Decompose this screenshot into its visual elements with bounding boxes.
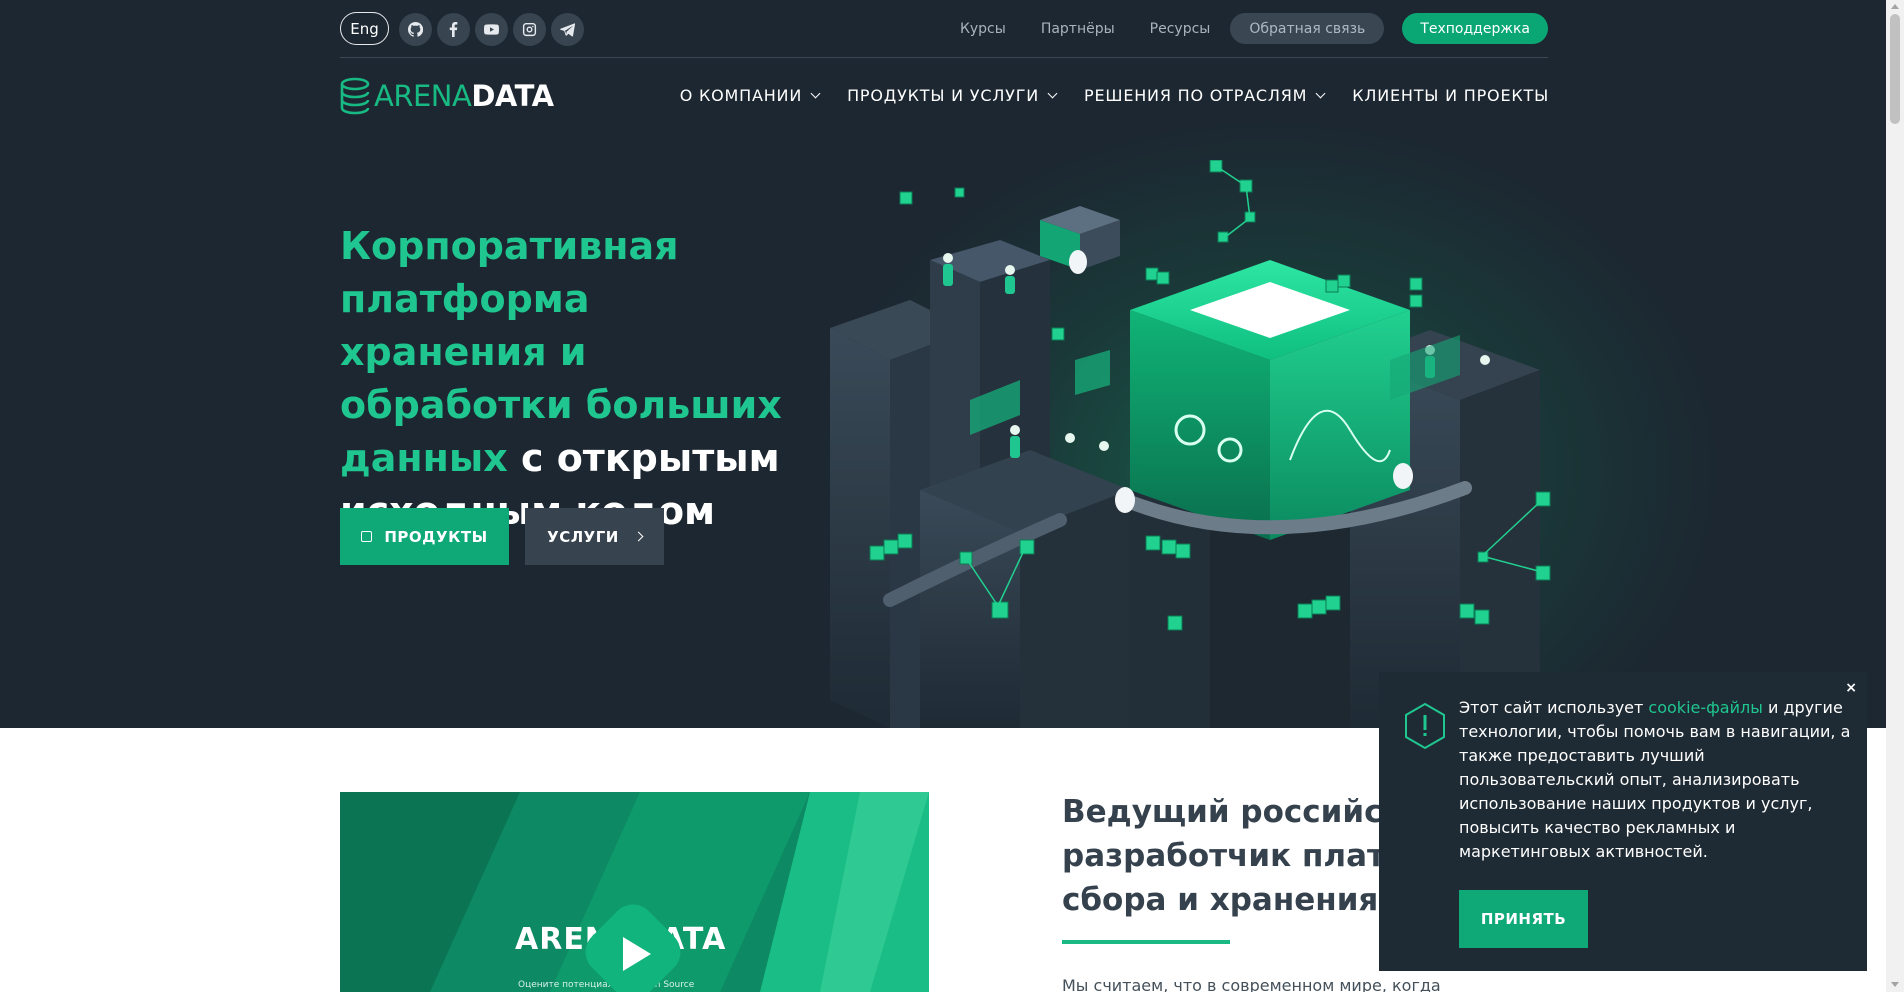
hero-illustration — [830, 160, 1551, 728]
language-switch-button[interactable]: Eng — [340, 12, 389, 45]
nav-item-clients[interactable]: КЛИЕНТЫ И ПРОЕКТЫ — [1352, 86, 1549, 105]
accept-cookies-button[interactable]: ПРИНЯТЬ — [1459, 890, 1588, 948]
feedback-button[interactable]: Обратная связь — [1230, 13, 1385, 44]
facebook-icon[interactable] — [437, 13, 470, 46]
close-icon[interactable]: × — [1845, 680, 1857, 696]
instagram-icon[interactable] — [513, 13, 546, 46]
telegram-icon[interactable] — [551, 13, 584, 46]
scroll-thumb[interactable] — [1890, 14, 1900, 124]
cookie-text: Этот сайт использует cookie-файлы и друг… — [1459, 698, 1851, 861]
logo-text: ARENADATA — [374, 79, 554, 113]
box-icon — [361, 531, 373, 542]
nav-item-company[interactable]: О КОМПАНИИ — [680, 86, 821, 105]
header-divider — [340, 57, 1548, 58]
chevron-down-icon — [810, 88, 821, 98]
youtube-icon[interactable] — [475, 13, 508, 46]
top-link-partners[interactable]: Партнёры — [1041, 21, 1115, 37]
top-link-courses[interactable]: Курсы — [960, 21, 1006, 37]
support-button[interactable]: Техподдержка — [1402, 13, 1548, 44]
products-button[interactable]: ПРОДУКТЫ — [340, 508, 509, 565]
cookie-link[interactable]: cookie-файлы — [1648, 698, 1762, 717]
play-icon — [623, 937, 651, 971]
arenadata-logo[interactable]: ARENADATA — [340, 76, 554, 116]
nav-item-products[interactable]: ПРОДУКТЫ И УСЛУГИ — [847, 86, 1058, 105]
about-underline — [1062, 940, 1230, 944]
nav-item-industries[interactable]: РЕШЕНИЯ ПО ОТРАСЛЯМ — [1084, 86, 1326, 105]
chevron-down-icon — [1315, 88, 1326, 98]
logo-database-icon — [340, 77, 370, 115]
hero-headline: Корпоративная платформа хранения и обраб… — [340, 224, 782, 533]
top-link-resources[interactable]: Ресурсы — [1150, 21, 1211, 37]
warning-icon — [1405, 702, 1445, 750]
top-bar: Eng Курсы Партнёры Ресурсы Обратная связ… — [340, 12, 1548, 46]
video-player[interactable]: ARENADATA Оцените потенциал ... и Open S… — [340, 792, 929, 992]
chevron-down-icon — [1047, 88, 1058, 98]
chevron-right-icon — [633, 531, 644, 542]
hero-section: Eng Курсы Партнёры Ресурсы Обратная связ… — [0, 0, 1886, 728]
services-button[interactable]: УСЛУГИ — [525, 508, 664, 565]
main-nav: О КОМПАНИИ ПРОДУКТЫ И УСЛУГИ РЕШЕНИЯ ПО … — [652, 86, 1549, 105]
scrollbar[interactable] — [1886, 0, 1904, 992]
about-text: Мы считаем, что в современном мире, когд… — [1062, 976, 1441, 992]
scroll-up-icon[interactable] — [1891, 4, 1899, 9]
scroll-down-icon[interactable] — [1891, 982, 1899, 987]
top-links: Курсы Партнёры Ресурсы Обратная связь Те… — [925, 12, 1548, 45]
cookie-banner: × Этот сайт использует cookie-файлы и др… — [1379, 672, 1867, 971]
github-icon[interactable] — [399, 13, 432, 46]
